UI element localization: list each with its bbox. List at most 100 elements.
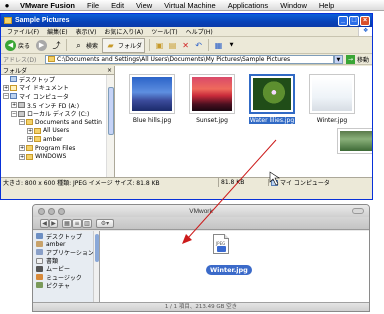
folder-icon [26,119,33,126]
toolbar-separator [149,39,151,51]
sidebar-item[interactable]: ピクチャ [33,281,99,290]
forward-button[interactable]: ▶ [49,218,58,228]
menu-edit-jp[interactable]: 編集(E) [43,27,71,36]
minimize-button[interactable]: _ [338,15,348,26]
toolbar-toggle-button[interactable] [352,208,364,214]
apple-menu-icon[interactable]: ● [0,1,14,10]
menu-window[interactable]: Window [274,1,313,10]
icon-view-button[interactable]: ▦ [62,218,72,228]
thumbnail-item[interactable]: Sunset.jpg [185,74,239,124]
search-button[interactable]: ⌕ 検索 [71,39,100,52]
status-location-cell: マイ コンピュータ [269,178,330,187]
tree-item[interactable]: +3.5 インチ FD (A:) [1,101,114,110]
tree-item[interactable]: デスクトップ [1,75,114,84]
back-button[interactable]: ◀ [40,218,49,228]
tree-item[interactable]: − マイ コンピュータ [1,92,114,101]
address-field[interactable]: C:\Documents and Settings\All Users\Docu… [45,54,334,64]
finder-sidebar: デスクトップ amber アプリケーション 書類 ムービー ミュージック ピクチャ [33,231,100,302]
tree-item[interactable]: − ローカル ディスク (C:) [1,109,114,118]
forward-button[interactable]: ▶ [34,39,49,52]
sidebar-item[interactable]: デスクトップ [33,232,99,241]
up-folder-icon[interactable]: ⤴ [51,40,62,51]
menu-view-jp[interactable]: 表示(V) [72,27,101,36]
go-button[interactable]: → 移動 [343,54,372,64]
expander-toggle[interactable]: − [19,119,25,126]
back-button[interactable]: ◀ 戻る [3,39,32,52]
scrollbar-thumb[interactable] [95,234,99,262]
undo-icon[interactable]: ↶ [193,40,204,51]
menu-file-jp[interactable]: ファイル(F) [3,27,43,36]
expander-toggle[interactable]: + [11,102,17,109]
tree-item-label: マイ ドキュメント [19,85,69,93]
tree-item[interactable]: + All Users [1,127,114,136]
column-view-button[interactable]: ▥ [82,218,92,228]
sidebar-item-label: amber [46,240,66,248]
folder-icon [48,56,55,62]
menu-view[interactable]: View [130,1,158,10]
thumbnail-item[interactable]: Blue hills.jpg [125,74,179,124]
address-dropdown-icon[interactable]: ▼ [333,54,343,64]
thumbnail-image [132,77,172,111]
menu-virtual-machine[interactable]: Virtual Machine [158,1,222,10]
folders-button[interactable]: ▰ フォルダ [102,37,146,53]
delete-icon[interactable]: ✕ [180,40,191,51]
folder-icon [34,127,41,134]
status-size: 81.8 KB [219,179,269,186]
scrollbar-thumb[interactable] [108,87,114,135]
go-label: 移動 [356,56,369,64]
move-to-icon[interactable]: ▣ [154,40,165,51]
tree-item[interactable]: + マイ ドキュメント [1,84,114,93]
tree-item-label: 3.5 インチ FD (A:) [27,102,80,110]
thumbnail-frame [129,74,175,114]
menu-help-jp[interactable]: ヘルプ(H) [182,27,217,36]
thumbnail-item[interactable]: Winter.jpg [305,74,359,124]
go-arrow-icon: → [345,54,355,64]
expander-toggle[interactable]: + [27,127,33,134]
menu-file[interactable]: File [81,1,105,10]
expander-toggle[interactable]: + [19,145,25,152]
tree-item[interactable]: + Program Files [1,144,114,153]
menu-favorites-jp[interactable]: お気に入り(A) [100,27,147,36]
finder-window: VMwork ◀ ▶ ▦ ≡ ▥ ⚙▾ デスクトップ amber アプリケーション書… [32,204,370,312]
thumbnail-partial[interactable] [333,128,372,154]
tree-item[interactable]: + WINDOWS [1,152,114,161]
tree-item[interactable]: + amber [1,135,114,144]
expander-toggle[interactable]: + [27,136,33,143]
sidebar-scrollbar[interactable] [93,231,99,302]
thumbnail-label: Blue hills.jpg [132,117,172,124]
status-info: 大きさ: 800 x 600 種類: JPEG イメージ サイズ: 81.8 K… [1,178,219,187]
preview-icon [217,246,226,252]
expander-toggle[interactable]: − [3,93,9,100]
page-fold [224,234,229,239]
file-view: Blue hills.jpg Sunset.jpg Water lilies.jpg… [115,66,372,177]
expander-toggle[interactable]: + [19,153,25,160]
menu-vmware-fusion[interactable]: VMware Fusion [14,1,81,10]
menu-help[interactable]: Help [313,1,340,10]
finder-title-bar[interactable]: VMwork [33,205,369,217]
expander-toggle[interactable]: − [11,110,17,117]
chevron-down-icon[interactable]: ▼ [226,40,237,51]
action-gear-button[interactable]: ⚙▾ [96,218,114,228]
xp-title-bar[interactable]: Sample Pictures _ □ × [1,14,372,27]
maximize-button[interactable]: □ [349,15,359,26]
close-pane-icon[interactable]: × [107,67,112,74]
menu-edit[interactable]: Edit [105,1,130,10]
list-view-button[interactable]: ≡ [72,218,82,228]
jpeg-file-icon[interactable]: JPEG [213,234,229,254]
views-icon[interactable]: ▦ [213,40,224,51]
menu-tools-jp[interactable]: ツール(T) [147,27,181,36]
mac-menubar: ● VMware Fusion File Edit View Virtual M… [0,0,384,11]
folder-pane-header: フォルダ × [1,66,114,75]
sidebar-item[interactable]: アプリケーション [33,248,99,257]
close-button[interactable]: × [360,15,370,26]
file-name-label[interactable]: Winter.jpg [206,265,252,275]
thumbnail-item[interactable]: Water lilies.jpg [245,74,299,124]
desk-icon [36,233,43,240]
menu-applications[interactable]: Applications [222,1,274,10]
tree-scrollbar[interactable] [106,75,114,177]
tree-item[interactable]: − Documents and Settin [1,118,114,127]
copy-to-icon[interactable]: ▤ [167,40,178,51]
folder-pane-title: フォルダ [3,67,28,75]
expander-toggle[interactable]: + [3,84,9,91]
search-icon: ⌕ [76,40,81,50]
